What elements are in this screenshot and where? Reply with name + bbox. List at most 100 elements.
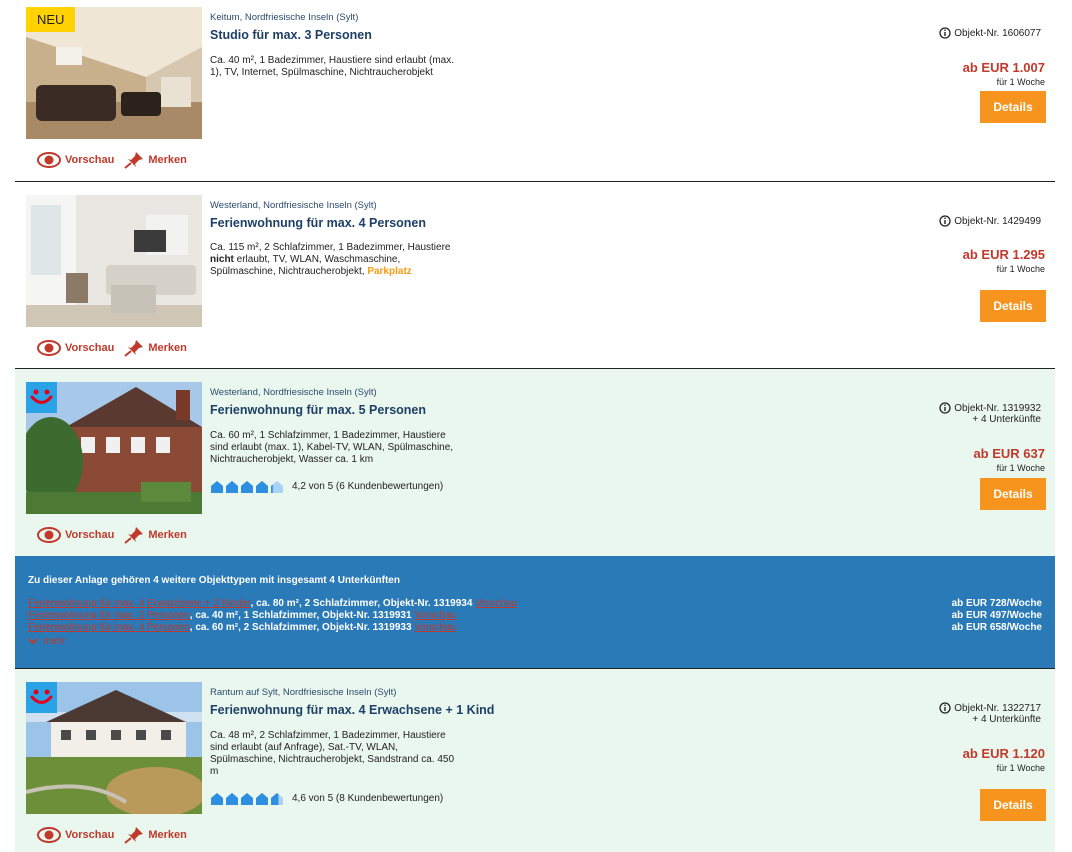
rating: 4,2 von 5 (6 Kundenbewertungen): [210, 480, 443, 493]
preview-label: Vorschau: [65, 154, 115, 166]
eye-icon: [37, 827, 61, 843]
chevron-down-icon: [28, 638, 38, 645]
eye-icon: [37, 340, 61, 356]
more-toggle[interactable]: mehr: [28, 636, 66, 647]
rating-house-icon: [271, 793, 283, 805]
complex-unit-price: ab EUR 497/Woche: [951, 610, 1042, 621]
info-icon[interactable]: [939, 402, 951, 414]
info-icon[interactable]: [939, 27, 951, 39]
pin-icon: [124, 527, 144, 544]
listing-description: Ca. 115 m², 2 Schlafzimmer, 1 Badezimmer…: [210, 242, 495, 278]
desc-line: Ca. 60 m², 1 Schlafzimmer, 1 Badezimmer,…: [210, 430, 446, 441]
price-period: für 1 Woche: [996, 763, 1045, 773]
price-period: für 1 Woche: [996, 264, 1045, 274]
complex-unit-info: , ca. 80 m², 2 Schlafzimmer, Objekt-Nr. …: [250, 598, 476, 609]
info-icon[interactable]: [939, 702, 951, 714]
listing-4: Vorschau Merken Rantum auf Sylt, Nordfri…: [15, 669, 1055, 852]
listing-location: Westerland, Nordfriesische Inseln (Sylt): [210, 387, 377, 398]
details-button[interactable]: Details: [980, 91, 1046, 123]
pin-icon: [124, 340, 144, 357]
bookmark-button[interactable]: Merken: [124, 339, 187, 357]
details-button[interactable]: Details: [980, 789, 1046, 821]
bookmark-button[interactable]: Merken: [124, 151, 187, 169]
object-number: Objekt-Nr. 1322717 + 4 Unterkünfte: [939, 702, 1041, 725]
complex-row: Ferienwohnung für max. 4 Erwachsene + 2 …: [28, 598, 517, 610]
rating-house-icon: [241, 481, 253, 493]
price-period: für 1 Woche: [996, 463, 1045, 473]
complex-preview-link[interactable]: Vorschau: [414, 622, 456, 633]
details-button[interactable]: Details: [980, 290, 1046, 322]
listing-photo[interactable]: [26, 382, 202, 514]
tui-logo-icon: [26, 682, 57, 713]
desc-line: Spülmaschine, Nichtraucherobjekt, Parkpl…: [210, 266, 495, 278]
more-label: mehr: [43, 636, 66, 647]
desc-line: Ca. 48 m², 2 Schlafzimmer, 1 Badezimmer,…: [210, 730, 446, 741]
object-number-text: Objekt-Nr. 1322717: [954, 702, 1041, 714]
listing-photo[interactable]: [26, 195, 202, 327]
listing-description: Ca. 40 m², 1 Badezimmer, Haustiere sind …: [210, 55, 495, 79]
listing-location: Keitum, Nordfriesische Inseln (Sylt): [210, 12, 359, 23]
bookmark-label: Merken: [148, 154, 187, 166]
desc-emphasis: nicht: [210, 254, 234, 265]
rating-house-icon: [256, 793, 268, 805]
listing-location: Westerland, Nordfriesische Inseln (Sylt): [210, 200, 377, 211]
listing-title[interactable]: Ferienwohnung für max. 5 Personen: [210, 403, 426, 417]
desc-line: sind erlaubt (max. 1), Kabel-TV, WLAN, S…: [210, 442, 454, 453]
desc-line: sind erlaubt (auf Anfrage), Sat.-TV, WLA…: [210, 742, 399, 753]
eye-icon: [37, 527, 61, 543]
details-button[interactable]: Details: [980, 478, 1046, 510]
listing-description: Ca. 60 m², 1 Schlafzimmer, 1 Badezimmer,…: [210, 430, 495, 466]
pin-icon: [124, 152, 144, 169]
rating-house-icon: [241, 793, 253, 805]
rating-house-icon: [211, 481, 223, 493]
listing-price: ab EUR 1.007: [962, 60, 1045, 75]
listing-actions: Vorschau Merken: [37, 525, 187, 545]
complex-heading: Zu dieser Anlage gehören 4 weitere Objek…: [28, 575, 400, 586]
desc-line: Spülmaschine, Nichtraucherobjekt, Sandst…: [210, 754, 455, 765]
complex-preview-link[interactable]: Vorschau: [414, 610, 456, 621]
complex-unit-link[interactable]: Ferienwohnung für max. 4 Erwachsene + 2 …: [28, 598, 251, 609]
object-number-text: Objekt-Nr. 1319932: [954, 402, 1041, 414]
listing-title[interactable]: Ferienwohnung für max. 4 Personen: [210, 216, 426, 230]
desc-line: Ca. 115 m², 2 Schlafzimmer, 1 Badezimmer…: [210, 242, 451, 253]
listing-actions: Vorschau Merken: [37, 150, 187, 170]
preview-button[interactable]: Vorschau: [37, 827, 114, 843]
rating-text[interactable]: 4,6 von 5 (8 Kundenbewertungen): [292, 793, 443, 804]
parking-highlight: Parkplatz: [367, 266, 412, 277]
rating-houses: [210, 480, 284, 493]
rating-text[interactable]: 4,2 von 5 (6 Kundenbewertungen): [292, 481, 443, 492]
preview-button[interactable]: Vorschau: [37, 340, 114, 356]
complex-unit-link[interactable]: Ferienwohnung für max. 2 Personen: [28, 610, 190, 621]
listing-location: Rantum auf Sylt, Nordfriesische Inseln (…: [210, 687, 397, 698]
rating-house-icon: [256, 481, 268, 493]
complex-preview-link[interactable]: Vorschau: [475, 598, 517, 609]
units-count: + 4 Unterkünfte: [972, 714, 1041, 725]
complex-unit-link[interactable]: Ferienwohnung für max. 4 Personen: [28, 622, 190, 633]
listing-price: ab EUR 1.120: [962, 746, 1045, 761]
bookmark-button[interactable]: Merken: [124, 826, 187, 844]
listing-title[interactable]: Ferienwohnung für max. 4 Erwachsene + 1 …: [210, 703, 494, 717]
listing-photo[interactable]: [26, 682, 202, 814]
listing-price: ab EUR 1.295: [962, 247, 1045, 262]
preview-button[interactable]: Vorschau: [37, 152, 114, 168]
pin-icon: [124, 827, 144, 844]
bookmark-label: Merken: [148, 529, 187, 541]
units-count: + 4 Unterkünfte: [972, 414, 1041, 425]
rating-house-icon: [271, 481, 283, 493]
desc-line: m: [210, 766, 219, 777]
complex-unit-info: , ca. 40 m², 1 Schlafzimmer, Objekt-Nr. …: [189, 610, 415, 621]
bookmark-label: Merken: [148, 829, 187, 841]
info-icon[interactable]: [939, 215, 951, 227]
listing-title[interactable]: Studio für max. 3 Personen: [210, 28, 372, 42]
rating: 4,6 von 5 (8 Kundenbewertungen): [210, 792, 443, 805]
rating-houses: [210, 792, 284, 805]
listing-2: Vorschau Merken Westerland, Nordfriesisc…: [15, 182, 1055, 368]
listing-photo[interactable]: NEU: [26, 7, 202, 139]
desc-line: Nichtraucherobjekt, Wasser ca. 1 km: [210, 454, 374, 465]
preview-button[interactable]: Vorschau: [37, 527, 114, 543]
bookmark-button[interactable]: Merken: [124, 526, 187, 544]
listing-price: ab EUR 637: [973, 446, 1045, 461]
object-number: Objekt-Nr. 1429499: [939, 215, 1041, 227]
complex-unit-price: ab EUR 728/Woche: [951, 598, 1042, 609]
listing-1: NEU Vorschau Merken Keitum, Nordfriesisc…: [15, 0, 1055, 181]
